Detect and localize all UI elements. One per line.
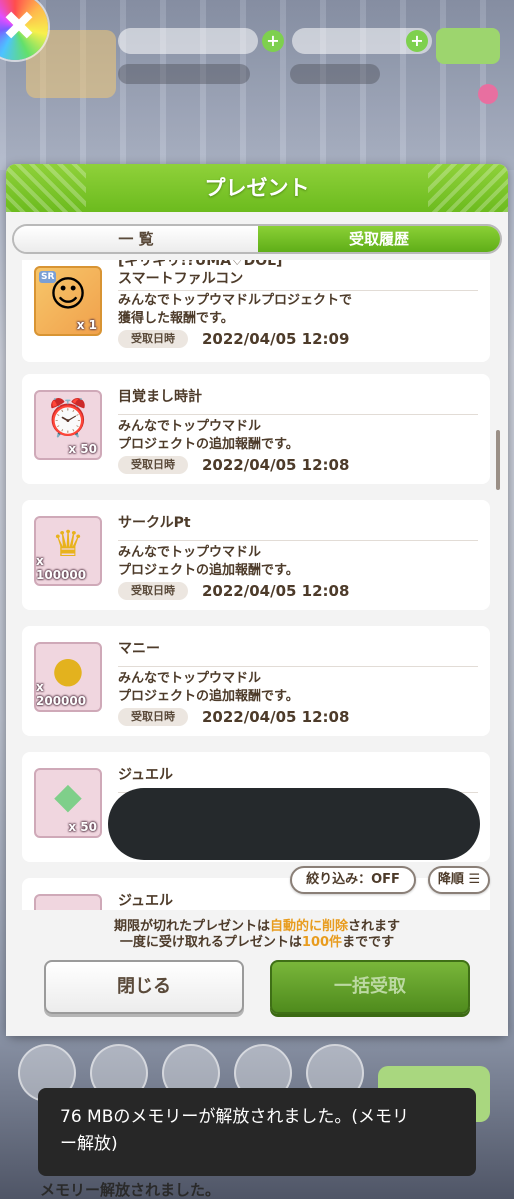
description-line: みんなでトップウマドル (118, 545, 262, 560)
circle-pt-item-icon: ♛ x 100000 (34, 516, 102, 586)
item-quantity: x 1 (76, 318, 97, 332)
item-description: みんなでトップウマドル プロジェクトの追加報酬です。 (118, 418, 488, 454)
description-line: みんなでトップウマドル (118, 671, 262, 686)
jewel-item-icon: ◆ (34, 894, 102, 910)
notice-text: されます (348, 919, 401, 934)
notice-highlight: 100件 (301, 935, 343, 950)
list-item: ◆ ジュエル (22, 878, 490, 910)
modal-footer: 期限が切れたプレゼントは自動的に削除されます 一度に受け取れるプレゼントは100… (6, 910, 508, 1036)
description-line: みんなでトップウマドルプロジェクトで (118, 293, 353, 308)
notice-text: までです (342, 935, 395, 950)
plus-icon: + (262, 30, 284, 52)
redaction-overlay (108, 788, 480, 860)
notice-text: 一度に受け取れるプレゼントは (119, 935, 302, 950)
sort-lines-icon: ☰ (468, 872, 481, 887)
item-name: ジュエル (118, 893, 174, 909)
background-caption: メモリー解放されました。 (40, 1182, 221, 1199)
list-item: ☺ SR x 1 [ギリギリ!?UMA♡DOL] スマートファルコン みんなでト… (22, 260, 490, 362)
jewel-icon: ◆ (36, 900, 100, 910)
item-quantity: x 200000 (36, 680, 87, 708)
received-label: 受取日時 (118, 582, 188, 600)
item-quantity: x 100000 (36, 554, 87, 582)
scrollbar[interactable] (496, 430, 500, 490)
bulk-receive-button[interactable]: 一括受取 (270, 960, 470, 1014)
received-label: 受取日時 (118, 330, 188, 348)
character-card-icon: ☺ SR x 1 (34, 266, 102, 336)
item-description: みんなでトップウマドル プロジェクトの追加報酬です。 (118, 670, 488, 706)
jewel-item-icon: ◆ x 50 (34, 768, 102, 838)
tab-history[interactable]: 受取履歴 (258, 226, 500, 252)
modal-title: プレゼント (204, 176, 310, 200)
item-name: ジュエル (118, 767, 174, 783)
list-item: ● x 200000 マニー みんなでトップウマドル プロジェクトの追加報酬です… (22, 626, 490, 736)
toast-line: 76 MBのメモリーが解放されました。(メモリ (60, 1107, 409, 1127)
description-line: 獲得した報酬です。 (118, 311, 234, 326)
filter-button[interactable]: 絞り込み：OFF (290, 866, 416, 894)
description-line: みんなでトップウマドル (118, 419, 262, 434)
jewel-icon: ◆ (54, 776, 82, 817)
close-button[interactable]: 閉じる (44, 960, 244, 1014)
description-line: プロジェクトの追加報酬です。 (118, 437, 299, 452)
item-quantity: x 50 (68, 442, 97, 456)
rarity-badge: SR (39, 271, 57, 283)
item-quantity: x 50 (68, 820, 97, 834)
background-game-hud: + + (0, 0, 514, 170)
divider (118, 540, 478, 541)
present-modal: プレゼント 一 覧 受取履歴 ☺ SR x 1 [ギリギリ!?UMA♡DOL] … (6, 164, 508, 1036)
divider (118, 290, 478, 291)
description-line: プロジェクトの追加報酬です。 (118, 563, 299, 578)
item-description: みんなでトップウマドルプロジェクトで 獲得した報酬です。 (118, 292, 488, 328)
item-name-line: スマートファルコン (118, 271, 244, 287)
money-readout (118, 64, 250, 84)
received-label: 受取日時 (118, 456, 188, 474)
received-date: 2022/04/05 12:08 (202, 708, 350, 726)
list-item: ♛ x 100000 サークルPt みんなでトップウマドル プロジェクトの追加報… (22, 500, 490, 610)
item-description: みんなでトップウマドル プロジェクトの追加報酬です。 (118, 544, 488, 580)
alarm-clock-item-icon: ⏰ x 50 (34, 390, 102, 460)
tab-list[interactable]: 一 覧 (14, 226, 258, 252)
divider (118, 414, 478, 415)
notice-text: 期限が切れたプレゼントは (113, 919, 270, 934)
tab-bar: 一 覧 受取履歴 (12, 224, 502, 254)
alarm-clock-icon: ⏰ (45, 398, 91, 439)
received-date: 2022/04/05 12:08 (202, 582, 350, 600)
menu-button (436, 28, 500, 64)
plus-icon: + (406, 30, 428, 52)
notice-highlight: 自動的に削除 (269, 919, 348, 934)
item-name: マニー (118, 641, 160, 657)
memory-release-toast: 76 MBのメモリーが解放されました。(メモリ ー解放) (38, 1088, 476, 1176)
sort-label: 降順 (437, 872, 464, 887)
jewel-readout (290, 64, 380, 84)
list-item: ⏰ x 50 目覚まし時計 みんなでトップウマドル プロジェクトの追加報酬です。… (22, 374, 490, 484)
received-label: 受取日時 (118, 708, 188, 726)
divider (118, 666, 478, 667)
description-line: プロジェクトの追加報酬です。 (118, 689, 299, 704)
item-name-line: [ギリギリ!?UMA♡DOL] (118, 260, 283, 269)
sort-order-button[interactable]: 降順 ☰ (428, 866, 490, 894)
item-name: 目覚まし時計 (118, 389, 202, 405)
money-item-icon: ● x 200000 (34, 642, 102, 712)
received-date: 2022/04/05 12:08 (202, 456, 350, 474)
toast-line: ー解放) (60, 1134, 118, 1154)
received-date: 2022/04/05 12:09 (202, 330, 350, 348)
stamina-bar (118, 28, 258, 54)
notice-limit: 一度に受け取れるプレゼントは100件までです (6, 934, 508, 952)
notification-dot (478, 84, 498, 104)
item-name: サークルPt (118, 515, 191, 531)
item-name: [ギリギリ!?UMA♡DOL] スマートファルコン (118, 260, 478, 288)
